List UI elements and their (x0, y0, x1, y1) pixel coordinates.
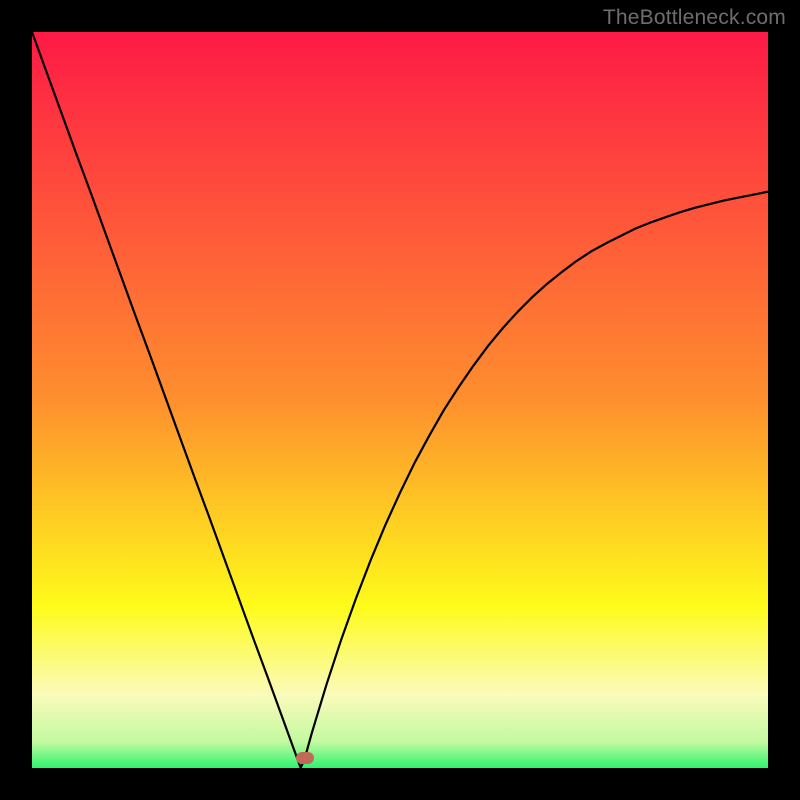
plot-area (32, 32, 768, 768)
chart-frame: TheBottleneck.com (0, 0, 800, 800)
watermark-text: TheBottleneck.com (603, 6, 786, 30)
background-gradient (32, 32, 768, 768)
